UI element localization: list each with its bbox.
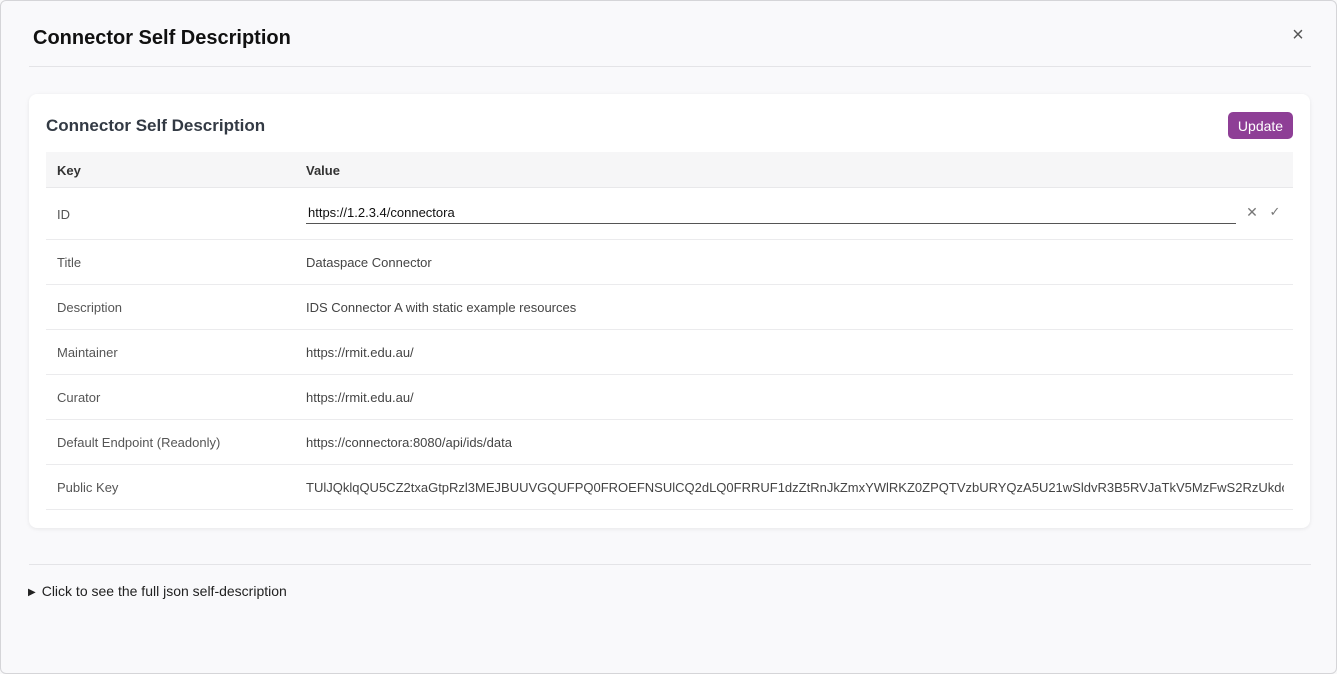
row-key: Curator — [57, 390, 101, 405]
row-value[interactable]: https://rmit.edu.au/ — [306, 390, 1284, 405]
row-value[interactable]: IDS Connector A with static example reso… — [306, 300, 1284, 315]
table-row: Maintainer https://rmit.edu.au/ — [46, 330, 1293, 375]
table-row: Description IDS Connector A with static … — [46, 285, 1293, 330]
id-input[interactable] — [306, 202, 1236, 224]
triangle-right-icon: ▶ — [28, 587, 36, 598]
self-description-modal: Connector Self Description × Connector S… — [0, 0, 1337, 674]
row-key: Public Key — [57, 480, 119, 495]
row-key: ID — [57, 207, 70, 222]
row-value[interactable]: Dataspace Connector — [306, 255, 1284, 270]
row-key: Description — [57, 300, 123, 315]
details-summary: Click to see the full json self-descript… — [41, 583, 287, 599]
check-icon[interactable]: ✓ — [1268, 205, 1282, 219]
json-details-toggle[interactable]: ▶ Click to see the full json self-descrip… — [28, 583, 287, 599]
self-description-card: Connector Self Description Update Key Va… — [29, 94, 1310, 528]
modal-header: Connector Self Description × — [29, 1, 1311, 67]
table-row: Title Dataspace Connector — [46, 240, 1293, 285]
table-header: Key Value — [46, 152, 1293, 188]
row-value: https://connectora:8080/api/ids/data — [306, 435, 512, 450]
row-value[interactable]: TUlJQklqQU5CZ2txaGtpRzl3MEJBUUVGQUFPQ0FR… — [306, 480, 1284, 495]
table-row: Default Endpoint (Readonly) https://conn… — [46, 420, 1293, 465]
row-key: Default Endpoint (Readonly) — [57, 435, 221, 450]
divider — [29, 564, 1311, 565]
close-icon[interactable]: ✕ — [1245, 205, 1259, 219]
description-table: Key Value ID ✕ ✓ Title Dataspace Connect… — [46, 152, 1293, 510]
row-value[interactable]: https://rmit.edu.au/ — [306, 345, 1284, 360]
header-key: Key — [57, 163, 81, 178]
card-title: Connector Self Description — [46, 116, 266, 135]
close-icon[interactable]: × — [1288, 25, 1308, 45]
update-button[interactable]: Update — [1228, 112, 1293, 139]
modal-title: Connector Self Description — [33, 27, 291, 49]
row-key: Title — [57, 255, 82, 270]
header-value: Value — [306, 163, 340, 178]
table-row: Public Key TUlJQklqQU5CZ2txaGtpRzl3MEJBU… — [46, 465, 1293, 510]
row-key: Maintainer — [57, 345, 118, 360]
table-row: Curator https://rmit.edu.au/ — [46, 375, 1293, 420]
table-row-id: ID ✕ ✓ — [46, 188, 1293, 240]
